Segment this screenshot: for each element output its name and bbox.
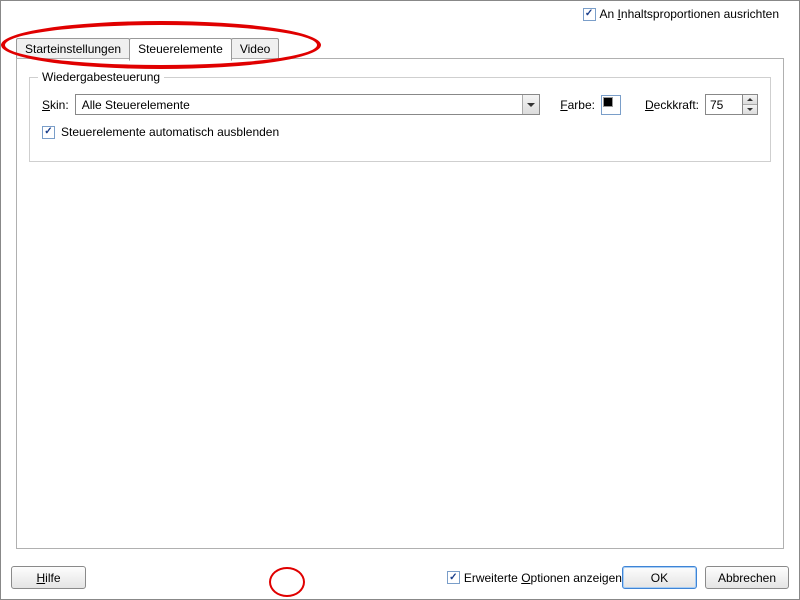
autohide-label: Steuerelemente automatisch ausblenden [61,125,279,139]
opacity-spinner[interactable] [705,94,758,115]
autohide-checkbox[interactable] [42,126,55,139]
advanced-options-checkbox[interactable] [447,571,460,584]
spinner-down-icon[interactable] [743,104,757,114]
align-proportions-checkbox[interactable] [583,8,596,21]
align-proportions-label: An Inhaltsproportionen ausrichten [600,7,779,21]
ok-button[interactable]: OK [622,566,697,589]
skin-label: Skin: [42,98,69,112]
opacity-label: Deckkraft: [645,98,699,112]
help-button[interactable]: Hilfe [11,566,86,589]
chevron-down-icon[interactable] [522,95,539,114]
tab-panel: Wiedergabesteuerung Skin: Alle Steuerele… [16,58,784,549]
spinner-up-icon[interactable] [743,95,757,104]
groupbox-title: Wiedergabesteuerung [38,70,164,84]
opacity-input[interactable] [705,94,743,115]
tab-steuerelemente[interactable]: Steuerelemente [129,38,232,61]
advanced-options-label: Erweiterte Optionen anzeigen [464,571,622,585]
playback-controls-group: Wiedergabesteuerung Skin: Alle Steuerele… [29,77,771,162]
skin-dropdown-value: Alle Steuerelemente [76,98,523,112]
skin-dropdown[interactable]: Alle Steuerelemente [75,94,541,115]
color-label: Farbe: [560,98,595,112]
color-well[interactable] [601,95,621,115]
cancel-button[interactable]: Abbrechen [705,566,789,589]
